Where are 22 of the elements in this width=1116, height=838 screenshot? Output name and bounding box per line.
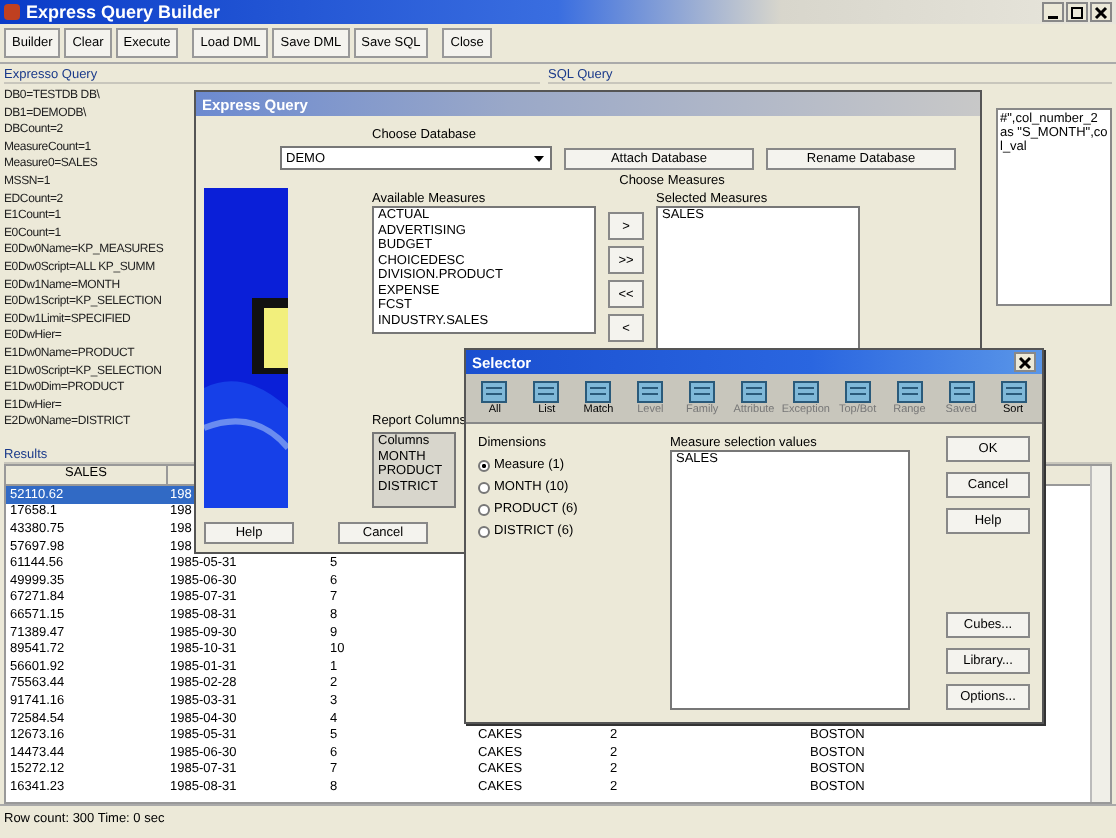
minimize-button[interactable] [1042,2,1064,22]
close-icon [1018,355,1032,369]
app-icon [4,4,20,20]
tool-icon [584,380,613,404]
scrollbar[interactable] [1090,466,1110,802]
tool-icon [791,380,820,404]
tool-icon [688,380,717,404]
dropdown-arrow-icon [532,151,546,165]
close-icon [1094,5,1108,19]
tool-icon [480,380,509,404]
close-button[interactable] [1014,352,1036,372]
tool-icon [739,380,768,404]
tool-icon [947,380,976,404]
tool-icon [636,380,665,404]
window-title: Express Query Builder [26,2,221,22]
tool-icon [843,380,872,404]
maximize-button[interactable] [1066,2,1088,22]
close-button[interactable] [1090,2,1112,22]
tool-icon [999,380,1028,404]
tool-icon [532,380,561,404]
tool-icon [895,380,924,404]
maximize-icon [1070,5,1084,19]
